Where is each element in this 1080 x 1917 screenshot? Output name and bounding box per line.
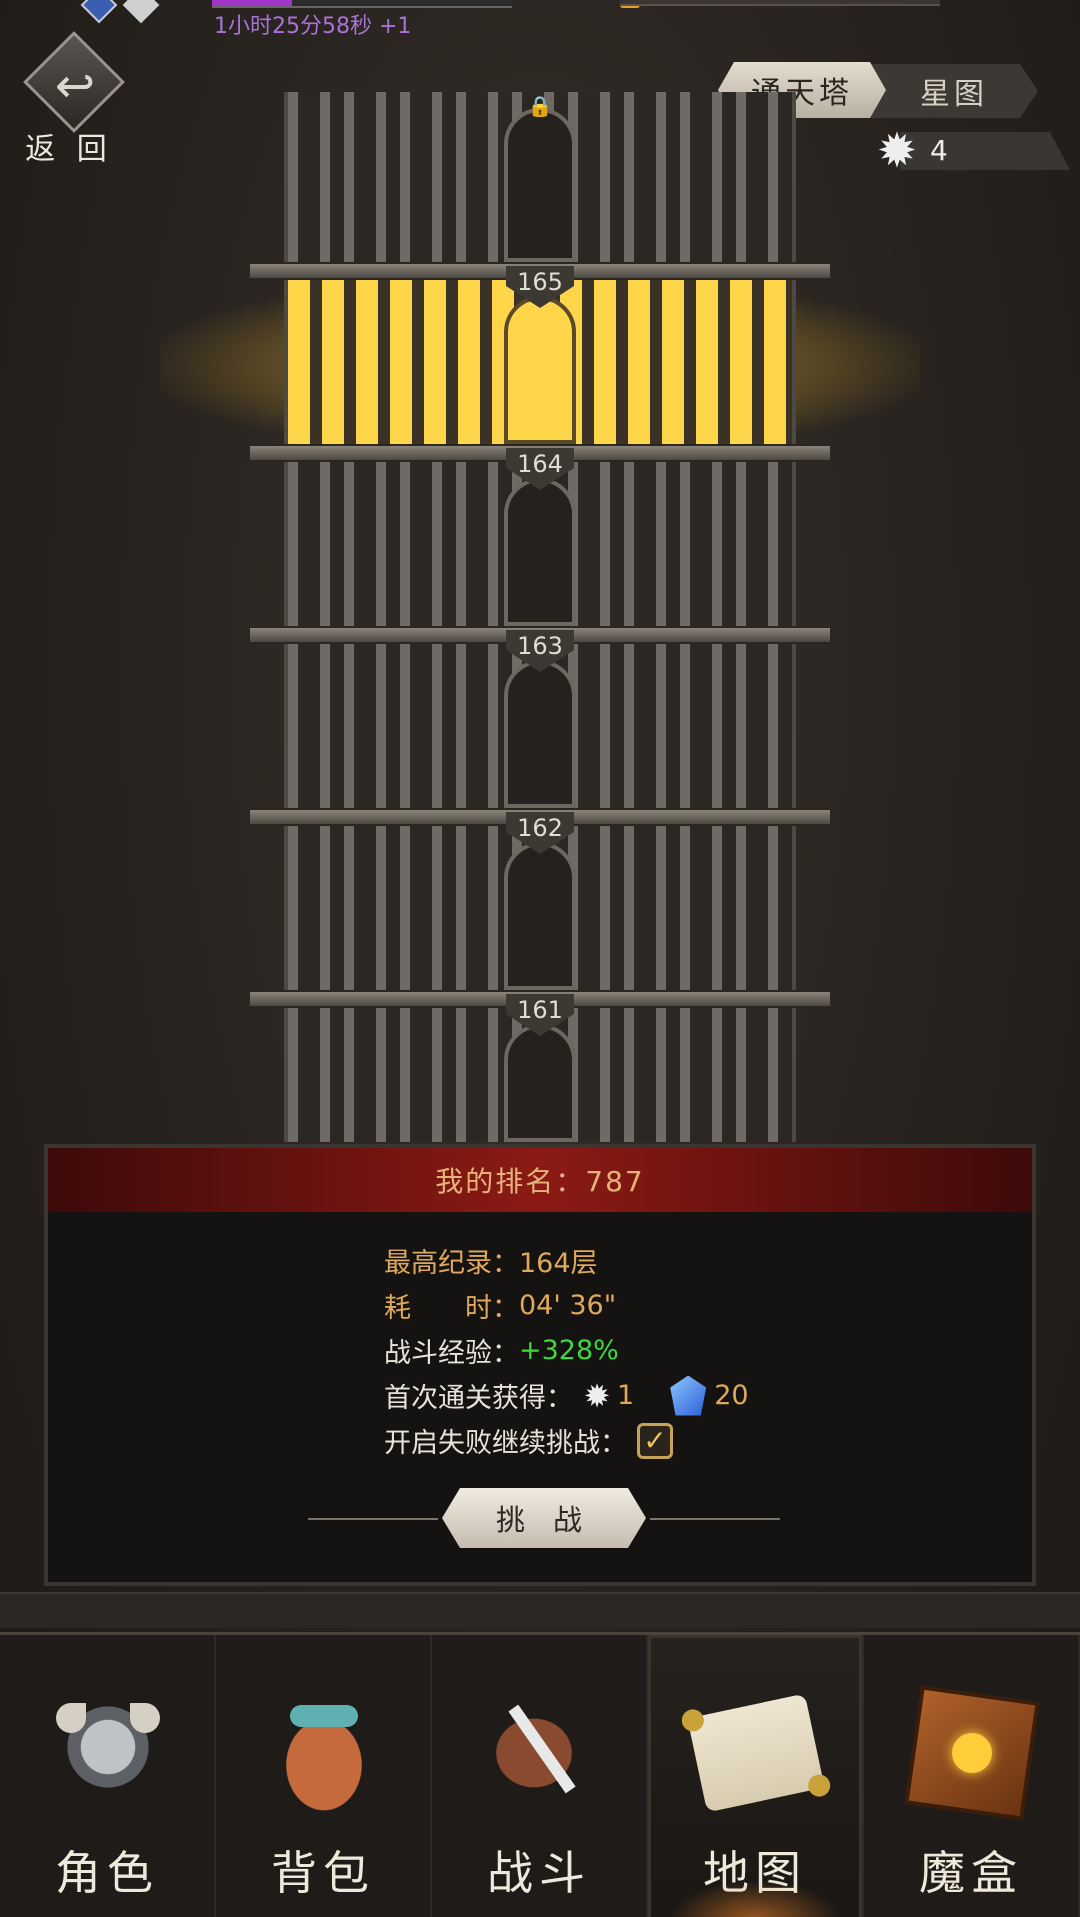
- nav-item-magic-box[interactable]: 魔盒: [864, 1635, 1080, 1917]
- floor-number: 164: [517, 450, 563, 478]
- nav-item-map[interactable]: 地图: [648, 1635, 864, 1917]
- best-record-row: 最高纪录： 164层: [384, 1238, 1024, 1283]
- continue-on-fail-checkbox[interactable]: ✓: [637, 1422, 673, 1459]
- recovery-timer: 1小时25分58秒 +1: [214, 14, 412, 39]
- nav-item-character[interactable]: 角色: [0, 1635, 216, 1917]
- tower-floor-current[interactable]: 165: [248, 262, 832, 444]
- time-value: 04' 36": [519, 1290, 617, 1321]
- time-row: 耗 时： 04' 36": [384, 1283, 1024, 1328]
- tower: 🔒 165 164 163 162 161: [248, 92, 832, 1142]
- floor-door: [504, 478, 576, 626]
- floor-door: [504, 1024, 576, 1142]
- floor-door: [504, 296, 576, 444]
- nav-label: 地图: [703, 1846, 807, 1900]
- backpack-icon: [264, 1693, 384, 1813]
- back-button[interactable]: ↩ 返 回: [14, 31, 125, 167]
- continue-on-fail-row: 开启失败继续挑战： ✓: [384, 1418, 1024, 1463]
- back-button-label: 返 回: [25, 132, 113, 167]
- floor-door: [504, 660, 576, 808]
- first-clear-star-value: 1: [617, 1380, 635, 1411]
- star-icon: ✹: [583, 1376, 611, 1415]
- energy-bar: [212, 0, 512, 8]
- floor-number: 165: [517, 268, 563, 296]
- star-icon: ✹: [876, 123, 918, 179]
- floor-door: [504, 842, 576, 990]
- star-count-value: 4: [930, 134, 948, 167]
- star-counter: ✹ 4: [870, 124, 1070, 178]
- floor-number: 161: [517, 996, 563, 1024]
- divider-left: [308, 1518, 438, 1520]
- nav-label: 魔盒: [919, 1846, 1023, 1900]
- floor-door: [504, 108, 576, 262]
- lock-icon: 🔒: [527, 94, 553, 118]
- star-counter-plate: [900, 132, 1070, 170]
- divider-right: [650, 1518, 780, 1520]
- best-record-value: 164层: [519, 1248, 598, 1279]
- top-status-bar: 1小时25分58秒 +1: [0, 0, 1080, 39]
- blue-crystal-icon: [670, 1375, 707, 1416]
- tower-floor[interactable]: 161: [248, 990, 832, 1142]
- exp-row: 战斗经验： +328%: [384, 1328, 1024, 1373]
- first-clear-gem-value: 20: [714, 1380, 749, 1411]
- nav-label: 战斗: [487, 1846, 591, 1900]
- my-rank-header: 我的排名：787: [48, 1148, 1032, 1212]
- challenge-area: 挑 战: [308, 1486, 780, 1552]
- time-label: 耗 时：: [384, 1293, 519, 1324]
- challenge-button[interactable]: 挑 战: [442, 1488, 646, 1548]
- first-clear-label: 首次通关获得：: [384, 1383, 573, 1414]
- blue-gem-icon: [80, 0, 118, 24]
- nav-item-backpack[interactable]: 背包: [216, 1635, 432, 1917]
- tower-floor[interactable]: 162: [248, 808, 832, 990]
- energy-bar-fill: [212, 0, 292, 6]
- helmet-icon: [48, 1693, 168, 1813]
- exp-label: 战斗经验：: [384, 1338, 519, 1369]
- silver-gem-icon: [122, 0, 160, 24]
- back-arrow-icon: ↩: [54, 58, 96, 114]
- scroll-map-icon: [687, 1693, 825, 1813]
- magic-box-icon: [904, 1685, 1040, 1821]
- continue-on-fail-label: 开启失败继续挑战：: [384, 1428, 627, 1459]
- nav-item-battle[interactable]: 战斗: [432, 1635, 648, 1917]
- best-record-label: 最高纪录：: [384, 1248, 519, 1279]
- tower-floor[interactable]: 163: [248, 626, 832, 808]
- floor-number: 163: [517, 632, 563, 660]
- resource-bar: [620, 0, 940, 6]
- bottom-nav: 角色 背包 战斗 地图 魔盒: [0, 1632, 1080, 1917]
- nav-label: 角色: [55, 1846, 159, 1900]
- nav-label: 背包: [271, 1846, 375, 1900]
- first-clear-row: 首次通关获得： ✹ 1 20: [384, 1373, 1024, 1418]
- tower-floor[interactable]: 164: [248, 444, 832, 626]
- tab-star-map[interactable]: 星图: [870, 64, 1038, 118]
- tower-info-panel: 我的排名：787 最高纪录： 164层 耗 时： 04' 36" 战斗经验： +…: [44, 1144, 1036, 1586]
- stats-list: 最高纪录： 164层 耗 时： 04' 36" 战斗经验： +328% 首次通关…: [384, 1238, 1024, 1463]
- exp-value: +328%: [519, 1335, 619, 1366]
- nav-separator: [0, 1592, 1080, 1628]
- floor-number: 162: [517, 814, 563, 842]
- sword-shield-icon: [480, 1693, 600, 1813]
